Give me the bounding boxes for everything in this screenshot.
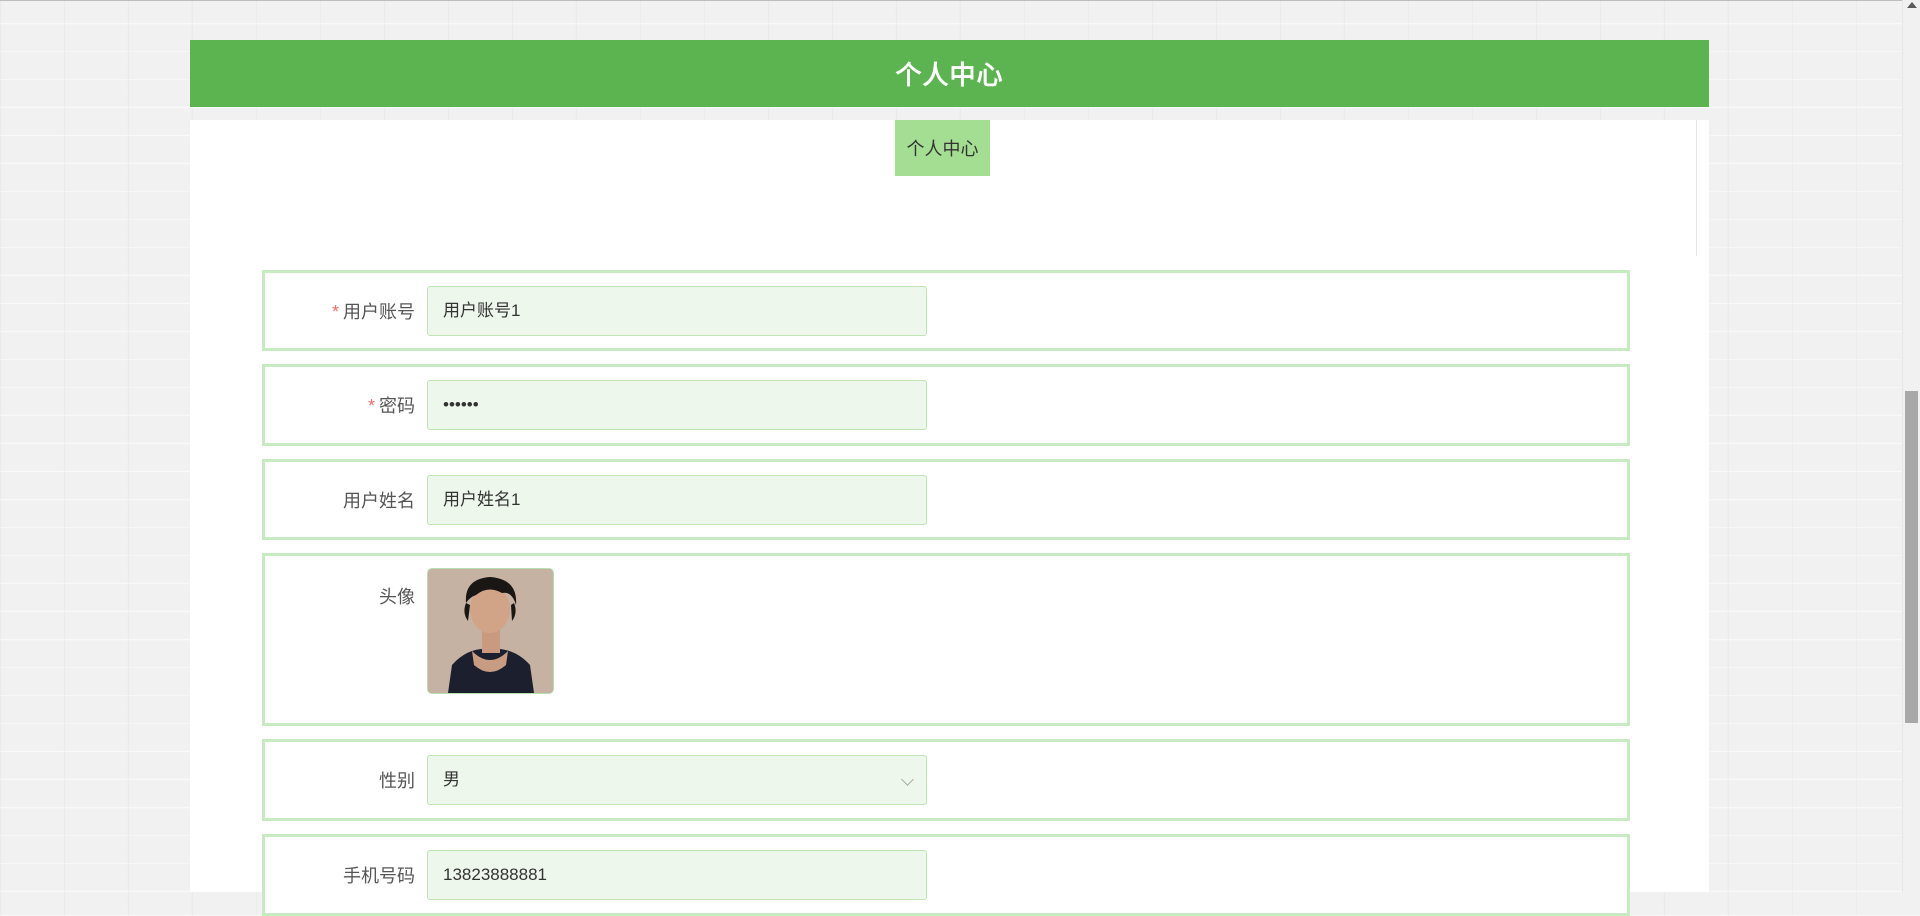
phone-label: 手机号码 <box>343 866 415 886</box>
password-label: * 密码 <box>367 396 415 416</box>
realname-input[interactable]: 用户姓名1 <box>427 475 927 525</box>
form-row-username: * 用户账号 用户账号1 <box>262 270 1630 351</box>
form-row-phone: 手机号码 13823888881 <box>262 834 1630 916</box>
page-title: 个人中心 <box>190 40 1709 107</box>
chevron-down-icon <box>901 773 914 786</box>
vertical-scrollbar[interactable] <box>1902 0 1920 892</box>
avatar-label: 头像 <box>379 587 415 607</box>
profile-page: 个人中心 个人中心 * 用户账号 用户账号1 * 密码 •••••• 用户姓名 用户… <box>190 40 1709 916</box>
form-row-gender: 性别 男 <box>262 739 1630 821</box>
avatar-photo <box>428 569 553 693</box>
scrollbar-thumb[interactable] <box>1905 391 1918 723</box>
gender-label: 性别 <box>379 771 415 791</box>
required-mark: * <box>367 396 375 416</box>
form-row-realname: 用户姓名 用户姓名1 <box>262 459 1630 540</box>
realname-label: 用户姓名 <box>343 491 415 511</box>
window-top-border <box>0 0 1902 1</box>
form-row-avatar: 头像 <box>262 553 1630 726</box>
divider <box>1696 120 1697 256</box>
password-input[interactable]: •••••• <box>427 380 927 430</box>
avatar-image[interactable] <box>427 568 554 694</box>
username-input[interactable]: 用户账号1 <box>427 286 927 336</box>
form-row-password: * 密码 •••••• <box>262 364 1630 446</box>
content-panel: 个人中心 * 用户账号 用户账号1 * 密码 •••••• 用户姓名 用户姓名1 头… <box>190 120 1709 916</box>
scroll-up-arrow-icon[interactable] <box>1907 2 1917 8</box>
tab-personal-center[interactable]: 个人中心 <box>895 120 990 176</box>
phone-input[interactable]: 13823888881 <box>427 850 927 900</box>
username-label: * 用户账号 <box>331 302 415 322</box>
gender-value: 男 <box>443 770 460 789</box>
gender-select[interactable]: 男 <box>427 755 927 805</box>
required-mark: * <box>331 302 339 322</box>
